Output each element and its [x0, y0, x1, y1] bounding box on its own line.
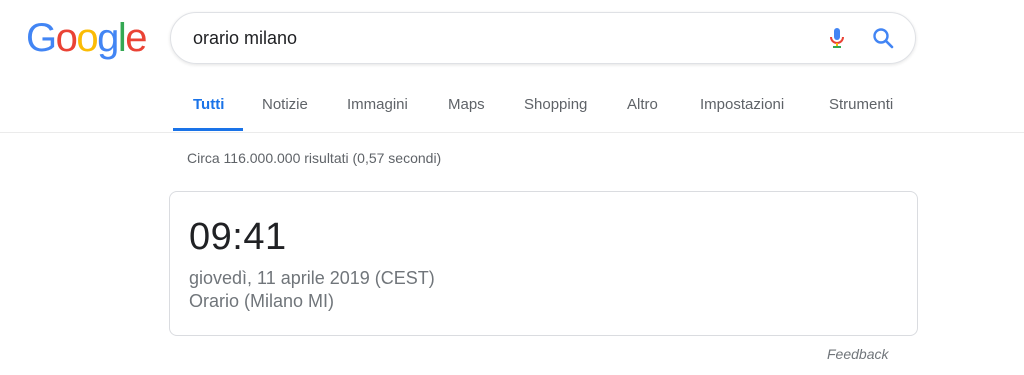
tab-tutti[interactable]: Tutti [193, 96, 224, 113]
active-tab-indicator [173, 128, 243, 131]
logo-letter: g [97, 16, 119, 60]
tab-altro[interactable]: Altro [627, 96, 658, 113]
google-logo[interactable]: Google [26, 14, 147, 62]
search-tabs: Tutti Notizie Immagini Maps Shopping Alt… [0, 84, 1024, 133]
tab-strumenti[interactable]: Strumenti [829, 96, 893, 113]
tab-notizie[interactable]: Notizie [262, 96, 308, 113]
clock-time: 09:41 [189, 216, 287, 258]
tab-impostazioni[interactable]: Impostazioni [700, 96, 784, 113]
clock-date: giovedì, 11 aprile 2019 (CEST) [189, 268, 435, 288]
logo-letter: o [76, 16, 98, 60]
clock-location: Orario (Milano MI) [189, 291, 335, 311]
logo-letter: G [26, 16, 57, 60]
tab-maps[interactable]: Maps [448, 96, 485, 113]
search-box[interactable] [170, 12, 916, 64]
result-stats: Circa 116.000.000 risultati (0,57 second… [187, 150, 442, 166]
feedback-link[interactable]: Feedback [827, 346, 888, 362]
logo-letter: o [55, 16, 78, 60]
clock-card: 09:41 giovedì, 11 aprile 2019 (CEST) Ora… [169, 191, 918, 336]
tab-shopping[interactable]: Shopping [524, 96, 587, 113]
logo-letter: e [125, 16, 147, 60]
tab-immagini[interactable]: Immagini [347, 96, 408, 113]
microphone-icon[interactable] [825, 26, 849, 50]
logo-letter: l [117, 16, 127, 60]
search-icon[interactable] [871, 26, 895, 50]
search-input[interactable] [193, 13, 793, 63]
